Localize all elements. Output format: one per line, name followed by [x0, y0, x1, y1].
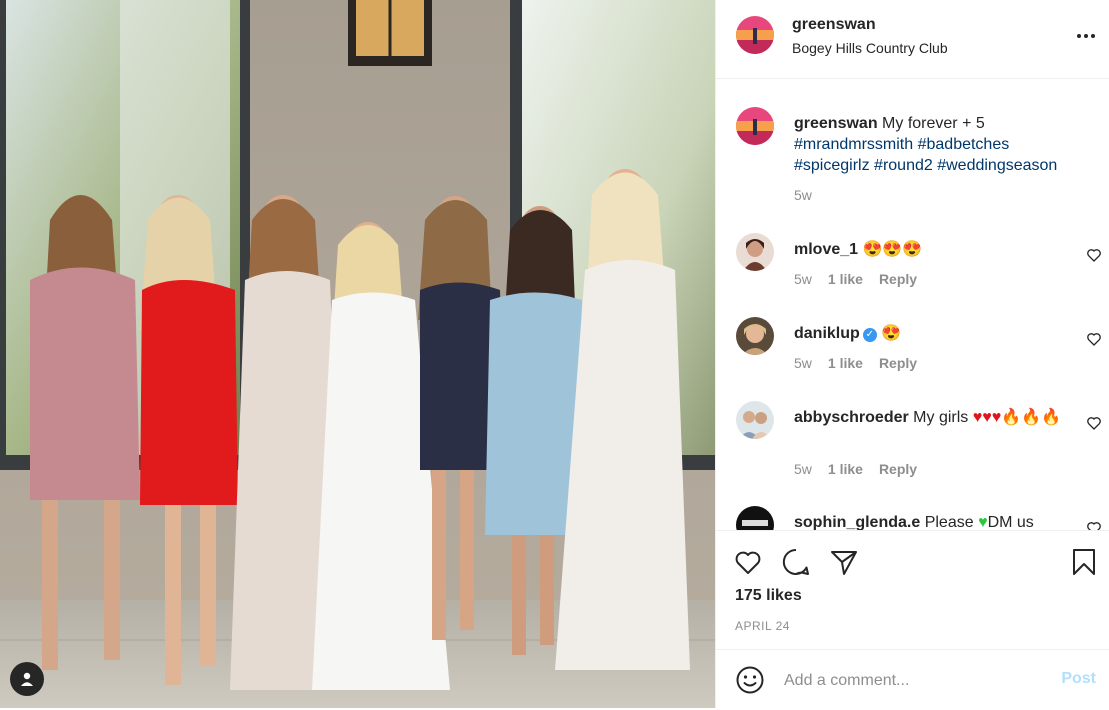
- add-comment-bar: Post: [716, 649, 1109, 710]
- comment-likes[interactable]: 1 like: [828, 271, 863, 287]
- hashtag[interactable]: #round2: [874, 157, 933, 174]
- timestamp[interactable]: 5w: [794, 461, 812, 477]
- heart-icon[interactable]: [1086, 415, 1102, 431]
- heart-icon[interactable]: [1086, 247, 1102, 263]
- user-tag-icon: [21, 672, 33, 686]
- caption-meta: 5w: [794, 187, 812, 203]
- share-icon[interactable]: [829, 547, 859, 577]
- comment-likes[interactable]: 1 like: [828, 355, 863, 371]
- post-photo[interactable]: [0, 0, 715, 708]
- more-options-button[interactable]: [1076, 26, 1096, 46]
- comment-body: Please: [924, 514, 974, 530]
- post-side-panel: greenswan Bogey Hills Country Club green…: [715, 0, 1109, 708]
- avatar[interactable]: [736, 506, 774, 530]
- timestamp[interactable]: 5w: [794, 187, 812, 203]
- post-username[interactable]: greenswan: [792, 16, 876, 34]
- emoji-icon[interactable]: [735, 665, 765, 695]
- comment-meta: 5w 1 like Reply: [794, 271, 917, 287]
- comment-text: mlove_1 😍😍😍: [794, 239, 1086, 260]
- heart-icon[interactable]: [1086, 331, 1102, 347]
- hashtag[interactable]: #spicegirlz: [794, 157, 870, 174]
- hashtag[interactable]: #mrandmrssmith: [794, 136, 913, 153]
- avatar[interactable]: [736, 107, 774, 145]
- comment-body: My girls: [913, 409, 969, 426]
- comment-likes[interactable]: 1 like: [828, 461, 863, 477]
- comments-list[interactable]: greenswan My forever + 5 #mrandmrssmith …: [716, 79, 1109, 530]
- green-heart-emoji: ♥: [978, 514, 988, 530]
- hashtag[interactable]: #badbetches: [918, 136, 1010, 153]
- user-tag-button[interactable]: [10, 662, 44, 696]
- post-comment-button[interactable]: Post: [1061, 670, 1096, 688]
- comment-username[interactable]: sophin_glenda.e: [794, 514, 920, 530]
- comment-meta: 5w 1 like Reply: [794, 461, 917, 477]
- caption-text: greenswan My forever + 5 #mrandmrssmith …: [794, 113, 1086, 176]
- post-header: greenswan Bogey Hills Country Club: [716, 0, 1109, 79]
- post-location[interactable]: Bogey Hills Country Club: [792, 40, 948, 56]
- avatar[interactable]: [736, 233, 774, 271]
- heart-emoji: ♥♥♥: [972, 409, 1002, 426]
- bookmark-icon[interactable]: [1069, 547, 1099, 577]
- comment-text: sophin_glenda.e Please ♥DM us: [794, 512, 1086, 530]
- comment-body: 😍: [881, 325, 902, 342]
- post-actions: 175 likes APRIL 24 Post: [716, 530, 1109, 709]
- post-date[interactable]: APRIL 24: [735, 619, 790, 633]
- reply-button[interactable]: Reply: [879, 271, 917, 287]
- comment-text: daniklup ✓ 😍: [794, 323, 1086, 344]
- avatar[interactable]: [736, 16, 774, 54]
- comment-meta: 5w 1 like Reply: [794, 355, 917, 371]
- hashtag[interactable]: #weddingseason: [937, 157, 1057, 174]
- avatar[interactable]: [736, 317, 774, 355]
- heart-icon[interactable]: [733, 547, 763, 577]
- fire-emoji: 🔥🔥🔥: [1001, 409, 1061, 426]
- caption-username[interactable]: greenswan: [794, 115, 878, 132]
- likes-count[interactable]: 175 likes: [735, 587, 802, 605]
- caption-body: My forever + 5: [882, 115, 985, 132]
- avatar[interactable]: [736, 401, 774, 439]
- photo-illustration: [0, 0, 715, 708]
- reply-button[interactable]: Reply: [879, 355, 917, 371]
- timestamp[interactable]: 5w: [794, 271, 812, 287]
- comment-username[interactable]: abbyschroeder: [794, 409, 909, 426]
- comment-username[interactable]: daniklup: [794, 325, 860, 342]
- verified-badge: ✓: [862, 328, 877, 342]
- heart-icon[interactable]: [1086, 520, 1102, 530]
- comment-body-suffix: DM us: [987, 514, 1034, 530]
- comment-input[interactable]: [782, 666, 1036, 696]
- comment-text: abbyschroeder My girls ♥♥♥🔥🔥🔥: [794, 407, 1086, 428]
- reply-button[interactable]: Reply: [879, 461, 917, 477]
- comment-icon[interactable]: [781, 547, 811, 577]
- timestamp[interactable]: 5w: [794, 355, 812, 371]
- more-options-icon: [1077, 34, 1095, 38]
- comment-body: 😍😍😍: [862, 241, 923, 258]
- comment-username[interactable]: mlove_1: [794, 241, 858, 258]
